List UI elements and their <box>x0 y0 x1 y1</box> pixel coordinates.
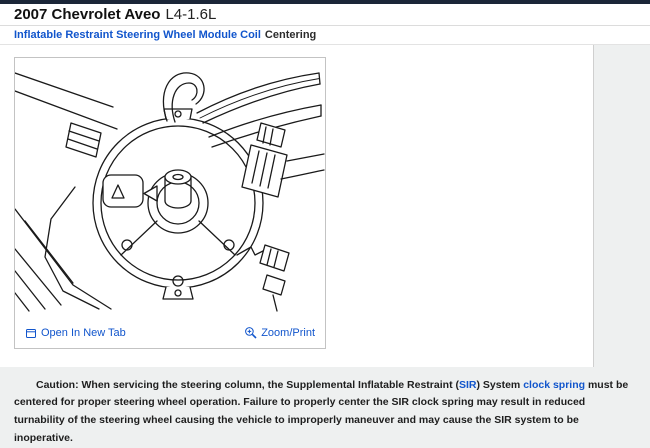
coil-connector <box>242 123 324 197</box>
clock-spring-diagram <box>15 58 325 322</box>
caution-text-1: Caution: When servicing the steering col… <box>36 379 459 391</box>
figure-toolbar: Open In New Tab Zoom/Print <box>15 322 325 348</box>
right-gutter <box>594 45 650 367</box>
open-in-new-tab-link[interactable]: Open In New Tab <box>25 327 126 339</box>
sir-link[interactable]: SIR <box>459 379 477 391</box>
open-in-new-tab-icon <box>25 327 37 339</box>
open-in-new-tab-label: Open In New Tab <box>41 327 126 339</box>
content-panel: Open In New Tab Zoom/Print <box>0 45 594 367</box>
vehicle-engine: L4-1.6L <box>165 6 216 23</box>
caution-paragraph: Caution: When servicing the steering col… <box>14 377 638 448</box>
clock-spring-link[interactable]: clock spring <box>523 379 585 391</box>
breadcrumb-suffix: Centering <box>265 29 316 41</box>
vehicle-title: 2007 Chevrolet Aveo <box>14 6 160 23</box>
module-coil-link[interactable]: Inflatable Restraint Steering Wheel Modu… <box>14 29 261 41</box>
title-bar: 2007 Chevrolet Aveo L4-1.6L <box>0 0 650 26</box>
steering-column-shaft <box>15 73 117 157</box>
breadcrumb: Inflatable Restraint Steering Wheel Modu… <box>0 26 650 45</box>
zoom-print-label: Zoom/Print <box>261 327 315 339</box>
page: 2007 Chevrolet Aveo L4-1.6L Inflatable R… <box>0 0 650 448</box>
figure-panel: Open In New Tab Zoom/Print <box>14 57 326 349</box>
caution-note: Caution: When servicing the steering col… <box>0 367 650 448</box>
zoom-print-link[interactable]: Zoom/Print <box>244 326 315 339</box>
caution-text-2: ) System <box>477 379 524 391</box>
zoom-icon <box>244 326 257 339</box>
content-area: Open In New Tab Zoom/Print <box>0 45 650 367</box>
clock-spring-drawing <box>15 58 325 322</box>
